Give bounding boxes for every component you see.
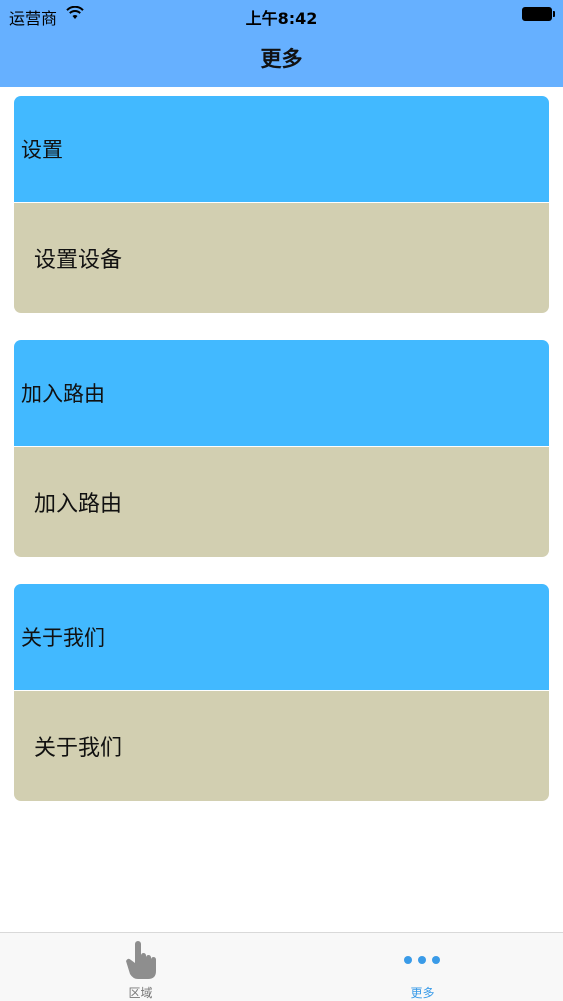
about-us-item[interactable]: 关于我们	[14, 691, 549, 801]
tab-region[interactable]: 区域	[0, 933, 281, 1001]
section-header-about-us: 关于我们	[14, 584, 549, 691]
section-join-router: 加入路由 加入路由	[14, 340, 549, 557]
tab-more-label: 更多	[410, 986, 435, 1000]
top-bar: 运营商 上午8:42 更多	[0, 0, 563, 87]
setup-device-item[interactable]: 设置设备	[14, 203, 549, 313]
tab-bar: 区域 更多	[0, 932, 563, 1001]
section-header-join-router: 加入路由	[14, 340, 549, 447]
status-time: 上午8:42	[245, 9, 318, 28]
section-header-settings: 设置	[14, 96, 549, 203]
join-router-item[interactable]: 加入路由	[14, 447, 549, 557]
more-dots-icon	[404, 956, 440, 964]
hand-pointer-icon	[126, 941, 156, 979]
page-title: 更多	[260, 47, 303, 71]
section-settings: 设置 设置设备	[14, 96, 549, 313]
section-about-us: 关于我们 关于我们	[14, 584, 549, 801]
status-bar: 运营商 上午8:42	[0, 0, 563, 30]
battery-icon	[522, 7, 555, 21]
tab-more[interactable]: 更多	[282, 933, 563, 1001]
tab-region-label: 区域	[128, 986, 153, 1000]
